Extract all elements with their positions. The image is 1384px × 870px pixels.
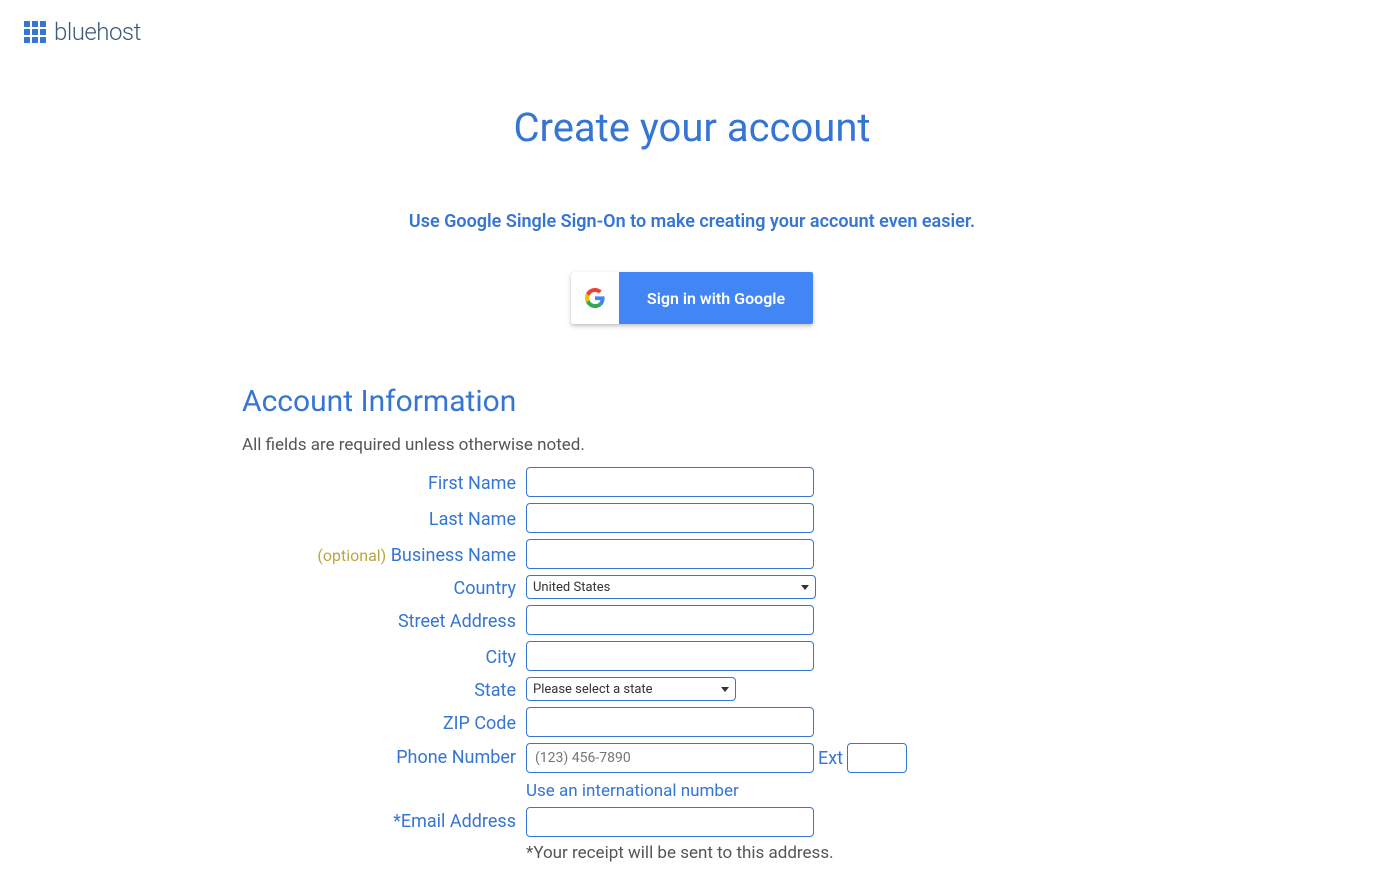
street-address-label: Street Address (242, 609, 526, 632)
bluehost-logo-icon (24, 21, 46, 43)
optional-tag: (optional) (317, 546, 386, 565)
email-receipt-note: *Your receipt will be sent to this addre… (526, 843, 834, 863)
city-label: City (242, 645, 526, 668)
street-address-input[interactable] (526, 605, 814, 635)
business-name-label-text: Business Name (386, 545, 516, 566)
phone-ext-label: Ext (818, 748, 843, 769)
bluehost-brand-text: bluehost (54, 18, 141, 46)
google-button-label: Sign in with Google (619, 272, 813, 324)
email-address-input[interactable] (526, 807, 814, 837)
account-information-section: Account Information All fields are requi… (212, 384, 1172, 863)
country-select[interactable]: United States (526, 575, 816, 599)
state-select[interactable]: Please select a state (526, 677, 736, 701)
business-name-label: (optional) Business Name (242, 543, 526, 566)
zip-code-label: ZIP Code (242, 711, 526, 734)
site-header: bluehost (0, 0, 1384, 64)
business-name-input[interactable] (526, 539, 814, 569)
zip-code-input[interactable] (526, 707, 814, 737)
last-name-label: Last Name (242, 507, 526, 530)
first-name-input[interactable] (526, 467, 814, 497)
country-label: Country (242, 576, 526, 599)
email-address-label: *Email Address (242, 807, 526, 832)
phone-number-input[interactable] (526, 743, 814, 773)
use-international-number-link[interactable]: Use an international number (526, 781, 739, 801)
last-name-input[interactable] (526, 503, 814, 533)
sign-in-with-google-button[interactable]: Sign in with Google (571, 272, 813, 324)
phone-number-label: Phone Number (242, 743, 526, 768)
required-fields-note: All fields are required unless otherwise… (242, 435, 1142, 455)
phone-ext-input[interactable] (847, 743, 907, 773)
first-name-label: First Name (242, 471, 526, 494)
google-icon (571, 272, 619, 324)
city-input[interactable] (526, 641, 814, 671)
section-heading: Account Information (242, 384, 1142, 419)
sso-description: Use Google Single Sign-On to make creati… (212, 211, 1172, 232)
page-title: Create your account (212, 104, 1172, 151)
state-label: State (242, 678, 526, 701)
